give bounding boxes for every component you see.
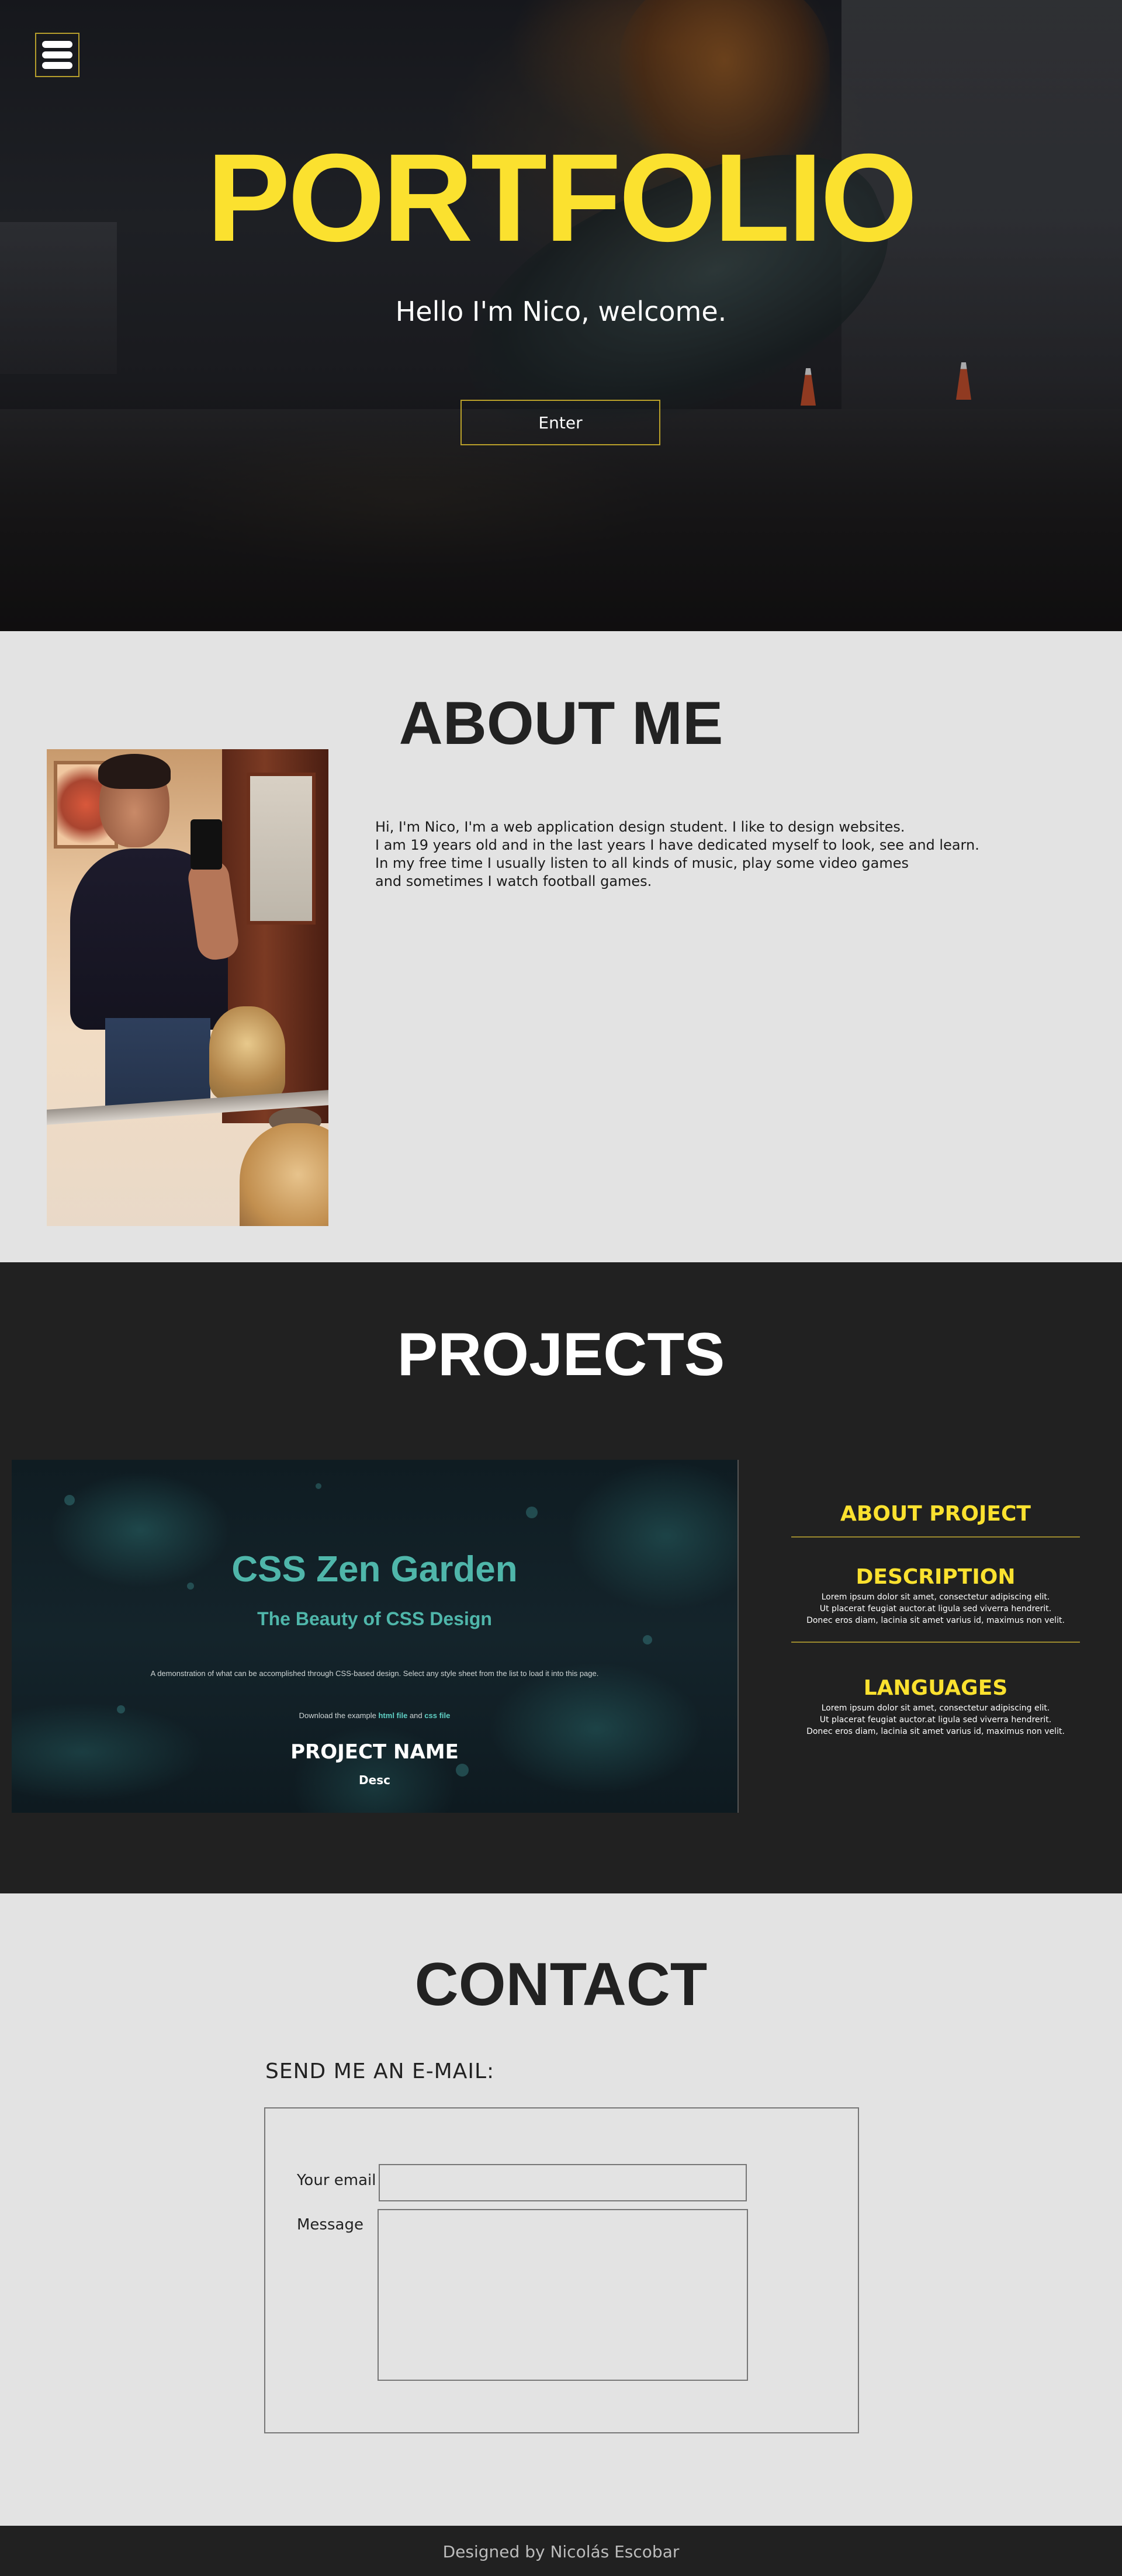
project-card[interactable]: CSS Zen Garden The Beauty of CSS Design … [12,1460,737,1813]
about-text: Hi, I'm Nico, I'm a web application desi… [375,818,1018,891]
languages-block: LANGUAGES Lorem ipsum dolor sit amet, co… [791,1676,1080,1737]
contact-title: CONTACT [414,1951,708,2018]
hero-title: PORTFOLIO [206,128,917,268]
description-text: Lorem ipsum dolor sit amet, consectetur … [791,1591,1080,1626]
profile-photo [47,749,328,1226]
project-name: PROJECT NAME [290,1740,459,1764]
footer: Designed by Nicolás Escobar [0,2526,1122,2576]
send-email-label: SEND ME AN E-MAIL: [265,2059,495,2083]
about-project-heading: ABOUT PROJECT [840,1502,1031,1526]
project-screenshot-title: CSS Zen Garden [231,1549,518,1590]
download-prefix: Download the example [299,1711,376,1720]
card-divider [737,1460,739,1813]
projects-section: PROJECTS CSS Zen Garden The Beauty of CS… [0,1262,1122,1893]
hero-subtitle: Hello I'm Nico, welcome. [395,296,727,327]
photo-person-hair [98,754,171,789]
photo-door-pane [247,773,316,925]
project-desc: Desc [359,1773,390,1787]
footer-credit: Designed by Nicolás Escobar [442,2542,680,2561]
languages-heading: LANGUAGES [863,1676,1008,1700]
photo-phone [191,819,222,870]
info-divider [791,1536,1080,1538]
enter-button[interactable]: Enter [460,400,660,445]
project-screenshot-description: A demonstration of what can be accomplis… [150,1669,599,1678]
menu-bar [42,62,72,69]
message-field[interactable] [378,2209,748,2381]
texture-speck [316,1483,321,1489]
languages-text: Lorem ipsum dolor sit amet, consectetur … [791,1702,1080,1737]
about-section: ABOUT ME Hi, I'm Nico, I'm a web applica… [0,631,1122,1262]
project-screenshot-download: Download the example html file and css f… [12,1711,737,1720]
info-divider [791,1642,1080,1643]
languages-line: Donec eros diam, lacinia sit amet varius… [806,1727,1065,1736]
html-file-link[interactable]: html file [378,1711,407,1720]
email-field[interactable] [379,2164,747,2201]
languages-line: Ut placerat feugiat auctor.at ligula sed… [819,1715,1052,1725]
about-line: In my free time I usually listen to all … [375,855,909,871]
hero-section: PORTFOLIO Hello I'm Nico, welcome. Enter [0,0,1122,631]
project-screenshot-subtitle: The Beauty of CSS Design [257,1608,492,1629]
about-line: Hi, I'm Nico, I'm a web application desi… [375,819,905,835]
email-label: Your email [297,2172,376,2189]
texture-speck [526,1507,538,1518]
description-block: DESCRIPTION Lorem ipsum dolor sit amet, … [791,1565,1080,1643]
photo-person-legs [105,1018,210,1112]
description-heading: DESCRIPTION [856,1565,1016,1589]
projects-title: PROJECTS [397,1321,725,1389]
about-project-block: ABOUT PROJECT [791,1502,1080,1538]
css-file-link[interactable]: css file [424,1711,450,1720]
menu-bar [42,51,72,58]
download-and: and [409,1711,423,1720]
about-line: I am 19 years old and in the last years … [375,837,979,853]
texture-speck [643,1635,652,1644]
texture-speck [64,1495,75,1505]
photo-vase-large [240,1123,328,1226]
message-label: Message [297,2216,363,2234]
languages-line: Lorem ipsum dolor sit amet, consectetur … [821,1704,1050,1713]
about-title: ABOUT ME [399,690,723,757]
hamburger-menu-icon[interactable] [35,33,79,77]
about-line: and sometimes I watch football games. [375,873,652,889]
photo-vase [209,1006,285,1100]
description-line: Donec eros diam, lacinia sit amet varius… [806,1616,1065,1625]
menu-bar [42,41,72,48]
description-line: Ut placerat feugiat auctor.at ligula sed… [819,1604,1052,1614]
description-line: Lorem ipsum dolor sit amet, consectetur … [821,1592,1050,1602]
